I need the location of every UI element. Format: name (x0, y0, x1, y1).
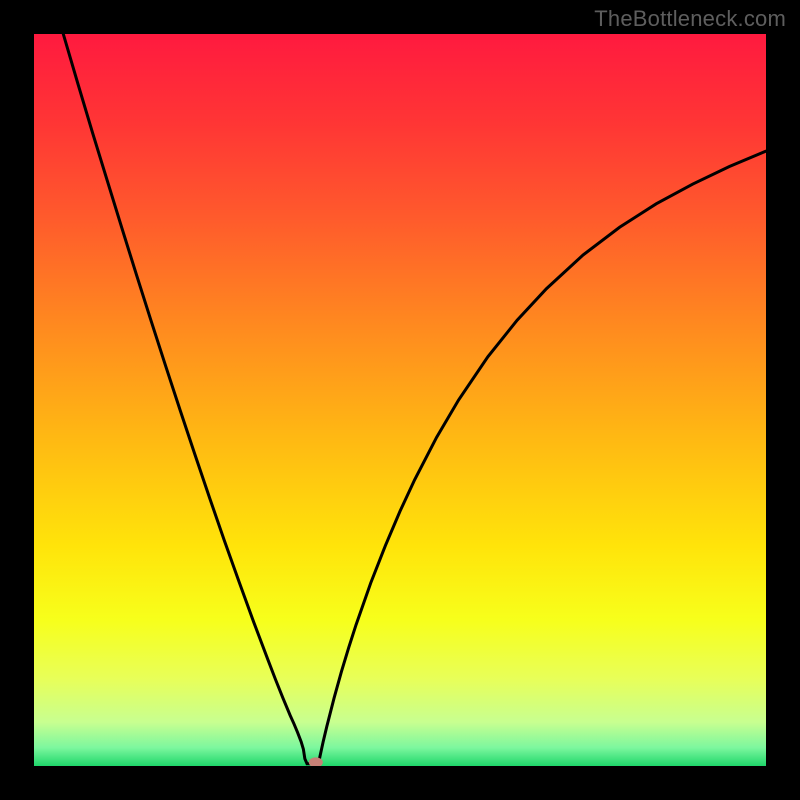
plot-area (34, 34, 766, 766)
chart-svg (34, 34, 766, 766)
gradient-background (34, 34, 766, 766)
watermark-text: TheBottleneck.com (594, 6, 786, 32)
chart-frame: TheBottleneck.com (0, 0, 800, 800)
